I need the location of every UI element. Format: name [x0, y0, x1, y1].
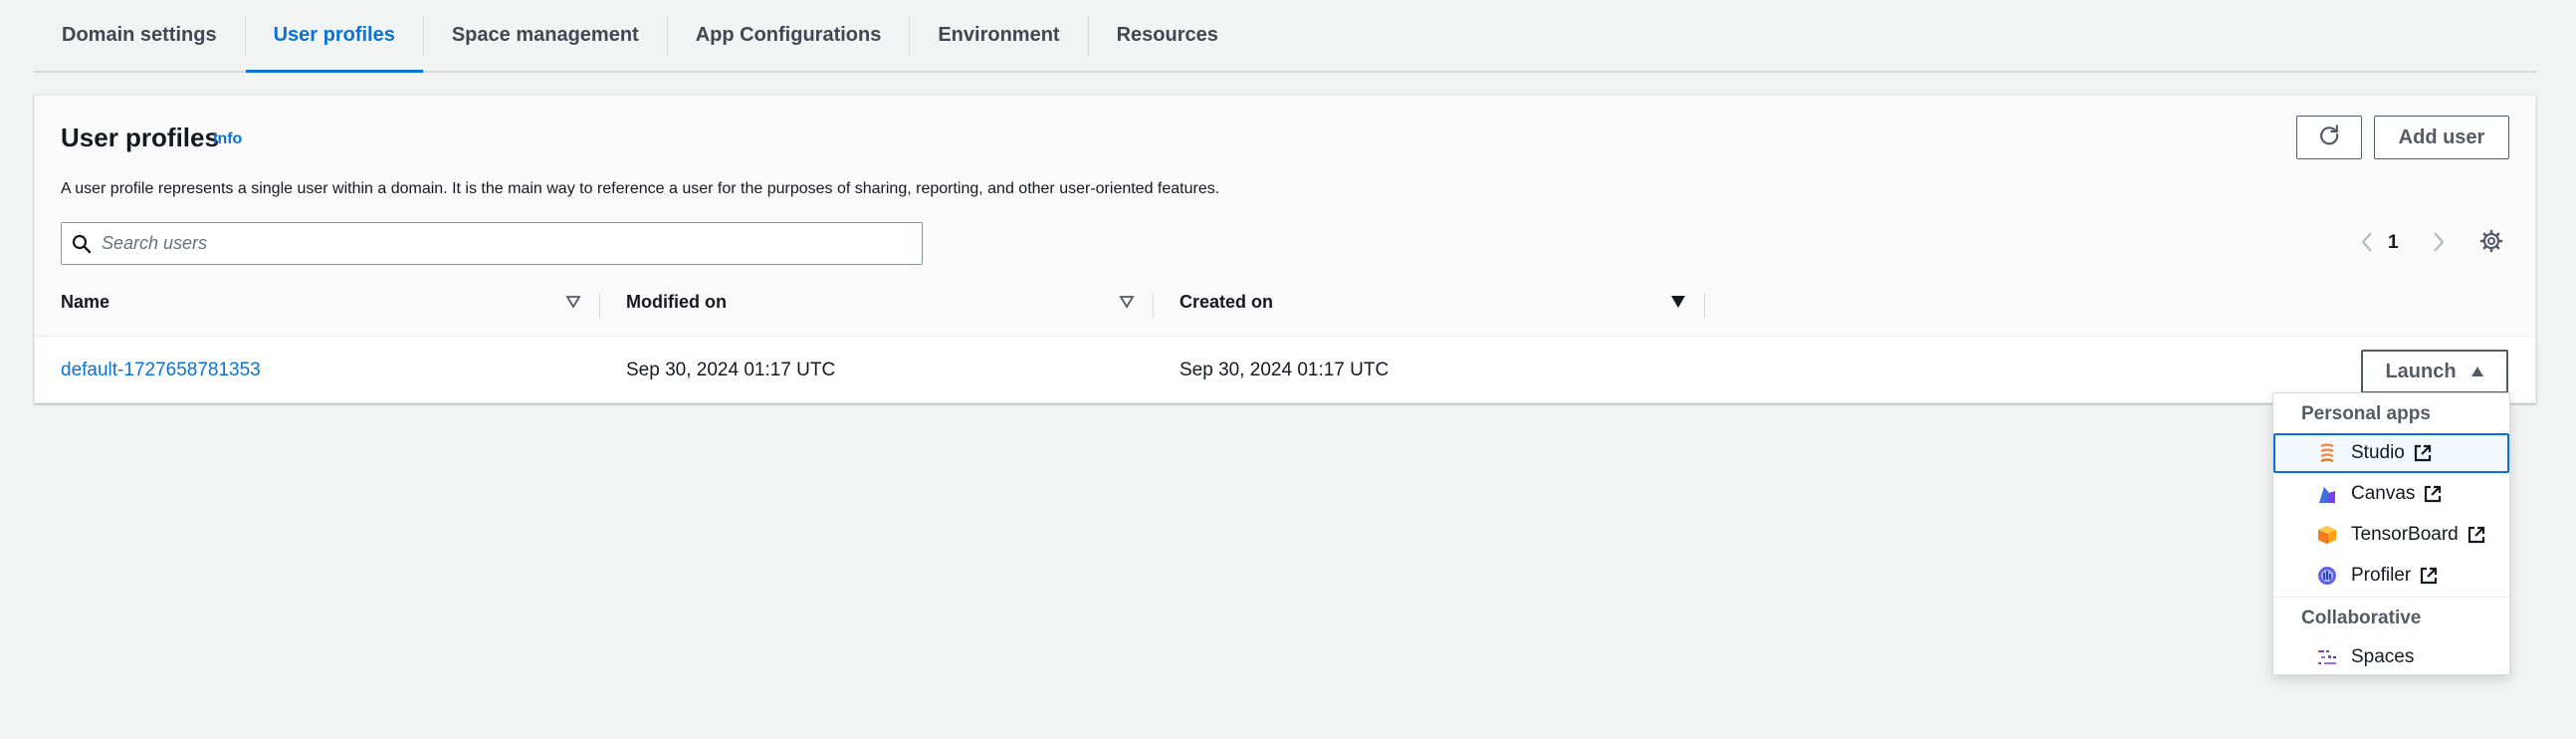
- menu-item-studio[interactable]: Studio: [2273, 433, 2509, 473]
- menu-item-spaces[interactable]: Spaces: [2273, 637, 2509, 677]
- next-page-button[interactable]: [2426, 229, 2452, 259]
- menu-group-collaborative: Collaborative: [2301, 608, 2422, 628]
- modified-on-cell: Sep 30, 2024 01:17 UTC: [626, 360, 836, 380]
- menu-divider: [2273, 597, 2509, 598]
- sort-descending-icon[interactable]: [1670, 295, 1686, 309]
- caret-up-icon: [2470, 361, 2484, 383]
- chevron-left-icon: [2360, 231, 2374, 258]
- menu-item-canvas[interactable]: Canvas: [2273, 474, 2509, 514]
- column-header-created-on[interactable]: Created on: [1180, 287, 1273, 317]
- tensorboard-icon: [2315, 523, 2339, 547]
- tab-environment[interactable]: Environment: [910, 0, 1087, 71]
- user-profiles-panel: User profiles Info A user profile repres…: [34, 95, 2536, 403]
- column-header-name[interactable]: Name: [61, 287, 109, 317]
- menu-item-label: TensorBoard: [2351, 524, 2459, 545]
- add-user-button[interactable]: Add user: [2374, 116, 2509, 159]
- search-input[interactable]: [102, 223, 922, 264]
- page-number-button[interactable]: 1: [2388, 232, 2399, 254]
- refresh-button[interactable]: [2296, 116, 2362, 159]
- external-link-icon: [2413, 443, 2433, 463]
- panel-description: A user profile represents a single user …: [61, 180, 1220, 197]
- panel-title: User profiles: [61, 123, 219, 152]
- user-profile-link[interactable]: default-1727658781353: [61, 338, 261, 403]
- launch-button[interactable]: Launch: [2361, 350, 2508, 393]
- tab-domain-settings[interactable]: Domain settings: [34, 0, 245, 71]
- launch-button-label: Launch: [2385, 360, 2457, 382]
- table-settings-button[interactable]: [2476, 228, 2506, 258]
- menu-item-label: Profiler: [2351, 565, 2412, 586]
- menu-item-tensorboard[interactable]: TensorBoard: [2273, 515, 2509, 555]
- table-row: default-1727658781353 Sep 30, 2024 01:17…: [35, 338, 2535, 403]
- column-divider: [1153, 293, 1154, 319]
- chevron-right-icon: [2432, 231, 2446, 258]
- launch-dropdown-menu: Personal apps Studio Canvas TensorBoard: [2272, 392, 2510, 675]
- external-link-icon: [2423, 484, 2443, 504]
- gear-icon: [2479, 229, 2503, 258]
- menu-item-profiler[interactable]: Profiler: [2273, 556, 2509, 596]
- column-divider: [1704, 293, 1705, 319]
- tab-resources[interactable]: Resources: [1089, 0, 1246, 71]
- refresh-icon: [2318, 123, 2340, 151]
- external-link-icon: [2419, 566, 2439, 586]
- external-link-icon: [2467, 525, 2486, 545]
- column-header-modified-on[interactable]: Modified on: [626, 287, 727, 317]
- profiler-icon: [2315, 564, 2339, 588]
- created-on-cell: Sep 30, 2024 01:17 UTC: [1180, 360, 1390, 380]
- search-field[interactable]: [61, 222, 923, 265]
- spaces-icon: [2315, 645, 2339, 669]
- previous-page-button[interactable]: [2354, 229, 2380, 259]
- tab-bar: Domain settings User profiles Space mana…: [34, 0, 2536, 73]
- panel-header: User profiles Info A user profile repres…: [35, 96, 2535, 337]
- menu-item-label: Spaces: [2351, 646, 2415, 667]
- tab-space-management[interactable]: Space management: [424, 0, 667, 71]
- info-link[interactable]: Info: [213, 130, 242, 148]
- menu-group-personal-apps: Personal apps: [2301, 403, 2431, 424]
- column-divider: [599, 293, 600, 319]
- search-icon: [62, 223, 102, 264]
- sort-icon[interactable]: [565, 295, 581, 309]
- canvas-icon: [2315, 482, 2339, 506]
- menu-item-label: Canvas: [2351, 483, 2416, 504]
- tab-user-profiles[interactable]: User profiles: [245, 0, 424, 73]
- studio-icon: [2315, 441, 2339, 465]
- menu-item-label: Studio: [2351, 442, 2405, 463]
- tab-app-configurations[interactable]: App Configurations: [668, 0, 910, 71]
- sort-icon[interactable]: [1119, 295, 1135, 309]
